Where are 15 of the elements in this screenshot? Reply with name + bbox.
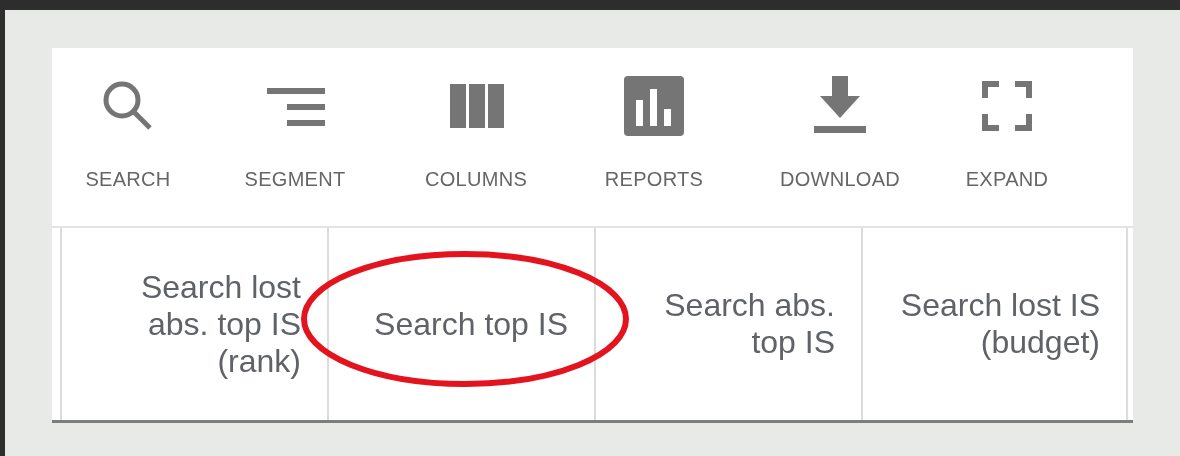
column-header-label: Search abs. top IS xyxy=(663,287,835,361)
column-header[interactable]: Search lost abs. top IS (rank) xyxy=(60,228,327,420)
column-header[interactable]: Search top IS xyxy=(327,228,594,420)
column-header-label: Search lost abs. top IS (rank) xyxy=(139,268,301,380)
toolbar-button[interactable]: COLUMNS xyxy=(386,48,566,226)
column-header[interactable]: Search lost IS (budget) xyxy=(861,228,1128,420)
column-header-label: Search top IS xyxy=(374,305,568,343)
toolbar-button[interactable]: SEGMENT xyxy=(204,48,386,226)
toolbar-button[interactable]: DOWNLOAD xyxy=(742,48,938,226)
bar-chart-icon xyxy=(624,76,684,136)
toolbar-button[interactable]: EXPAND xyxy=(938,48,1076,226)
toolbar-button[interactable]: REPORTS xyxy=(566,48,742,226)
column-header[interactable]: Search abs. top IS xyxy=(594,228,861,420)
toolbar-button[interactable]: SEARCH xyxy=(52,48,204,226)
column-header-label: Search lost IS (budget) xyxy=(899,287,1100,361)
